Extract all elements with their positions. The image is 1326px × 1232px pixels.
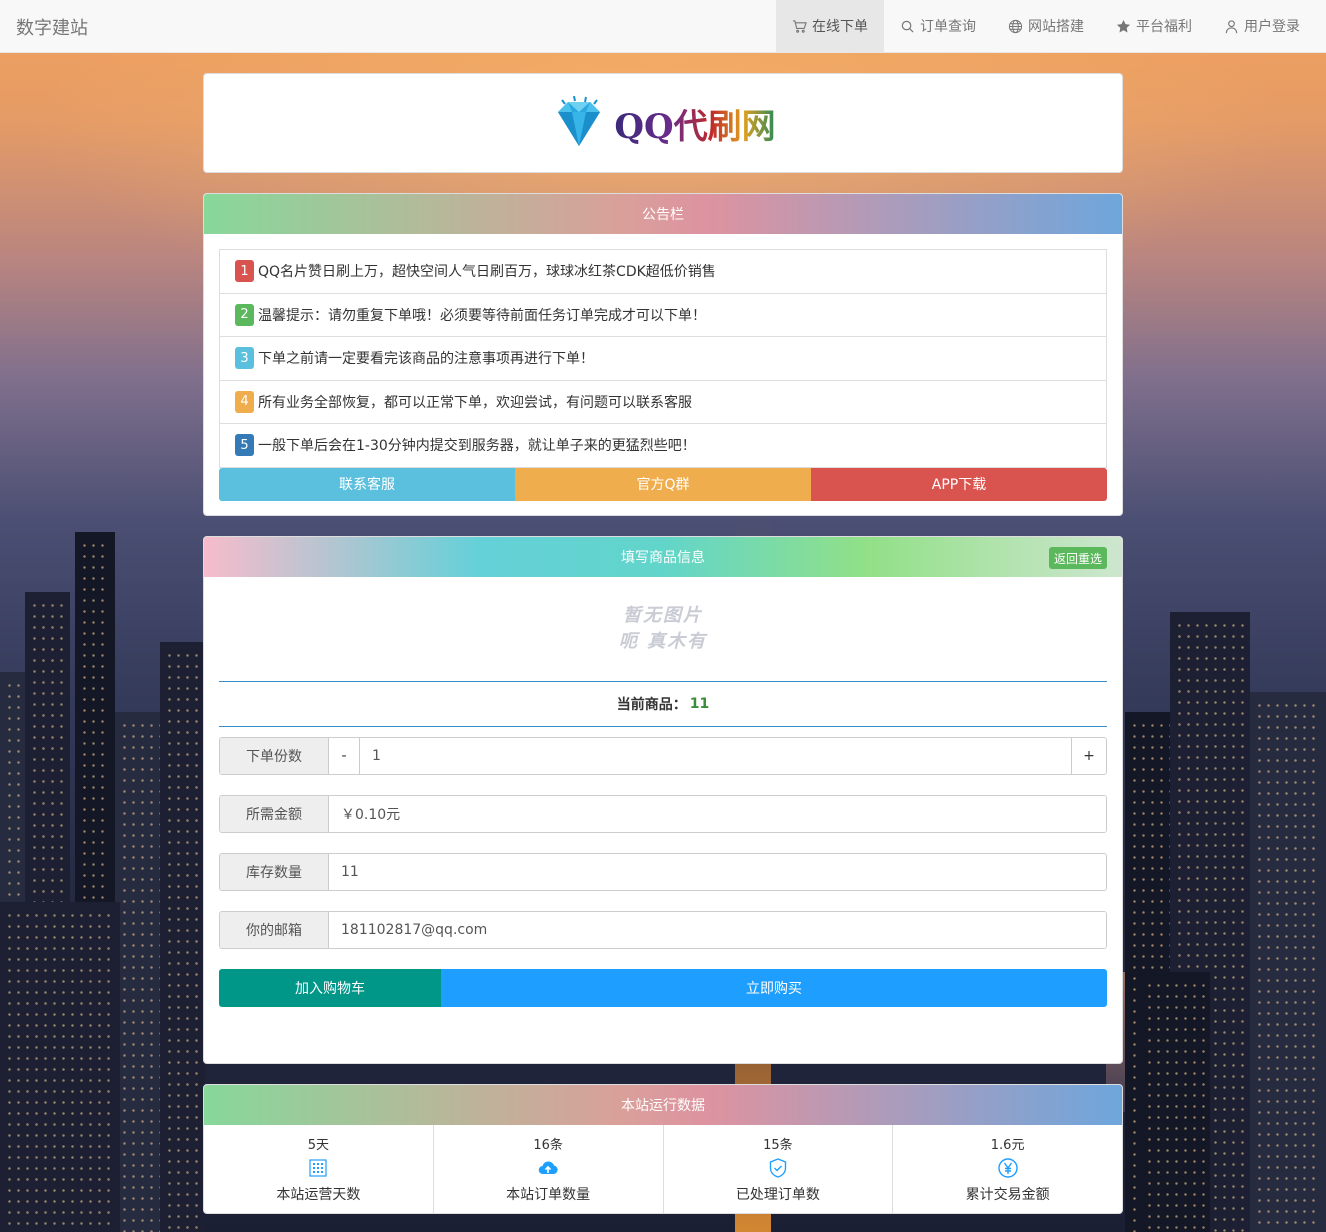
add-to-cart-button[interactable]: 加入购物车 <box>219 969 441 1007</box>
price-label: 所需金额 <box>220 796 329 832</box>
app-download-button[interactable]: APP下载 <box>811 467 1107 501</box>
nav-item-label: 平台福利 <box>1136 19 1192 35</box>
notice-button-row: 联系客服 官方Q群 APP下载 <box>219 467 1107 501</box>
top-navbar: 数字建站 在线下单 订单查询 网站搭建 平台福利 用户登录 <box>0 0 1326 53</box>
notice-text: QQ名片赞日刷上万，超快空间人气日刷百万，球球冰红茶CDK超低价销售 <box>258 264 716 281</box>
stat-order-count: 16条 本站订单数量 <box>434 1125 664 1213</box>
stat-processed-orders: 15条 已处理订单数 <box>664 1125 894 1213</box>
purchase-button-row: 加入购物车 立即购买 <box>219 969 1107 1007</box>
search-icon <box>901 20 914 33</box>
nav-item-order-query[interactable]: 订单查询 <box>884 0 992 52</box>
email-input[interactable]: 181102817@qq.com <box>329 912 1106 948</box>
stats-title: 本站运行数据 <box>621 1098 705 1114</box>
reset-selection-button[interactable]: 返回重选 <box>1048 547 1107 569</box>
notice-header: 公告栏 <box>204 194 1122 234</box>
quantity-label: 下单份数 <box>220 738 329 774</box>
globe-icon <box>1008 19 1023 33</box>
form-title: 填写商品信息 <box>621 550 705 566</box>
list-item: 3 下单之前请一定要看完该商品的注意事项再进行下单！ <box>220 337 1106 381</box>
nav-item-label: 在线下单 <box>812 19 868 35</box>
notice-number-badge: 3 <box>235 347 254 370</box>
nav-item-label: 订单查询 <box>920 19 976 35</box>
notice-text: 温馨提示：请勿重复下单哦！必须要等待前面任务订单完成才可以下单！ <box>258 307 706 324</box>
quantity-stepper: 下单份数 - 1 + <box>219 737 1107 775</box>
price-value: ￥0.10元 <box>329 796 1106 832</box>
order-form-panel: 填写商品信息 返回重选 暂无图片 呃 真木有 当前商品： 11 下单份数 - 1… <box>203 536 1123 1064</box>
notice-list: 1 QQ名片赞日刷上万，超快空间人气日刷百万，球球冰红茶CDK超低价销售 2 温… <box>219 249 1107 468</box>
site-stats-panel: 本站运行数据 5天 本站运营天数 16条 本站订单数量 15条 已处理订单数 1… <box>203 1084 1123 1214</box>
yen-icon <box>997 1155 1019 1181</box>
no-image-text: 暂无图片 <box>623 605 703 626</box>
stock-value: 11 <box>329 854 1106 890</box>
notice-number-badge: 5 <box>235 434 254 457</box>
stat-label: 本站订单数量 <box>506 1187 591 1203</box>
stat-value: 1.6元 <box>990 1138 1025 1153</box>
calendar-icon <box>307 1155 329 1181</box>
notice-number-badge: 2 <box>235 303 254 326</box>
no-image-placeholder: 暂无图片 呃 真木有 <box>219 577 1107 682</box>
list-item: 4 所有业务全部恢复，都可以正常下单，欢迎尝试，有问题可以联系客服 <box>220 381 1106 424</box>
email-label: 你的邮箱 <box>220 912 329 948</box>
stat-label: 本站运营天数 <box>276 1187 361 1203</box>
current-goods-label: 当前商品： <box>616 697 687 713</box>
user-icon <box>1225 19 1238 33</box>
notice-number-badge: 4 <box>235 390 254 413</box>
logo-text: QQ代刷网 <box>614 99 775 148</box>
notice-title: 公告栏 <box>642 207 684 223</box>
email-field: 你的邮箱 181102817@qq.com <box>219 911 1107 949</box>
buy-now-button[interactable]: 立即购买 <box>441 969 1107 1007</box>
notice-text: 所有业务全部恢复，都可以正常下单，欢迎尝试，有问题可以联系客服 <box>258 394 692 411</box>
cart-icon <box>792 19 807 33</box>
price-field: 所需金额 ￥0.10元 <box>219 795 1107 833</box>
site-brand[interactable]: 数字建站 <box>16 14 88 40</box>
stats-header: 本站运行数据 <box>204 1085 1122 1125</box>
stat-total-amount: 1.6元 累计交易金额 <box>893 1125 1122 1213</box>
nav-item-label: 网站搭建 <box>1028 19 1084 35</box>
nav-item-site-build[interactable]: 网站搭建 <box>992 0 1100 52</box>
decrease-quantity-button[interactable]: - <box>329 738 360 774</box>
notice-number-badge: 1 <box>235 260 254 283</box>
stats-row: 5天 本站运营天数 16条 本站订单数量 15条 已处理订单数 1.6元 累计交… <box>204 1125 1122 1213</box>
stock-label: 库存数量 <box>220 854 329 890</box>
quantity-input[interactable]: 1 <box>360 738 1071 774</box>
current-goods: 当前商品： 11 <box>219 682 1107 727</box>
stat-value: 16条 <box>533 1138 563 1153</box>
stat-label: 已处理订单数 <box>735 1187 820 1203</box>
logo-panel: QQ代刷网 <box>203 73 1123 173</box>
diamond-icon <box>558 96 601 146</box>
contact-service-button[interactable]: 联系客服 <box>219 467 515 501</box>
nav-item-label: 用户登录 <box>1244 19 1300 35</box>
notice-text: 一般下单后会在1-30分钟内提交到服务器，就让单子来的更猛烈些吧！ <box>258 438 696 455</box>
list-item: 1 QQ名片赞日刷上万，超快空间人气日刷百万，球球冰红茶CDK超低价销售 <box>220 250 1106 294</box>
notice-text: 下单之前请一定要看完该商品的注意事项再进行下单！ <box>258 351 594 368</box>
nav-item-benefits[interactable]: 平台福利 <box>1100 0 1208 52</box>
shield-check-icon <box>767 1155 789 1181</box>
nav-menu: 在线下单 订单查询 网站搭建 平台福利 用户登录 <box>776 0 1316 52</box>
official-qq-group-button[interactable]: 官方Q群 <box>515 467 811 501</box>
stat-run-days: 5天 本站运营天数 <box>204 1125 434 1213</box>
no-image-subtext: 呃 真木有 <box>618 631 708 652</box>
stat-value: 5天 <box>307 1138 330 1153</box>
cloud-upload-icon <box>537 1155 559 1181</box>
nav-item-login[interactable]: 用户登录 <box>1208 0 1316 52</box>
increase-quantity-button[interactable]: + <box>1071 738 1106 774</box>
notice-panel: 公告栏 1 QQ名片赞日刷上万，超快空间人气日刷百万，球球冰红茶CDK超低价销售… <box>203 193 1123 516</box>
nav-item-order-online[interactable]: 在线下单 <box>776 0 884 52</box>
list-item: 5 一般下单后会在1-30分钟内提交到服务器，就让单子来的更猛烈些吧！ <box>220 424 1106 468</box>
stat-value: 15条 <box>763 1138 793 1153</box>
stock-field: 库存数量 11 <box>219 853 1107 891</box>
star-icon <box>1116 19 1131 32</box>
list-item: 2 温馨提示：请勿重复下单哦！必须要等待前面任务订单完成才可以下单！ <box>220 294 1106 337</box>
current-goods-value: 11 <box>689 696 710 712</box>
stat-label: 累计交易金额 <box>965 1187 1050 1203</box>
form-header: 填写商品信息 返回重选 <box>204 537 1122 577</box>
